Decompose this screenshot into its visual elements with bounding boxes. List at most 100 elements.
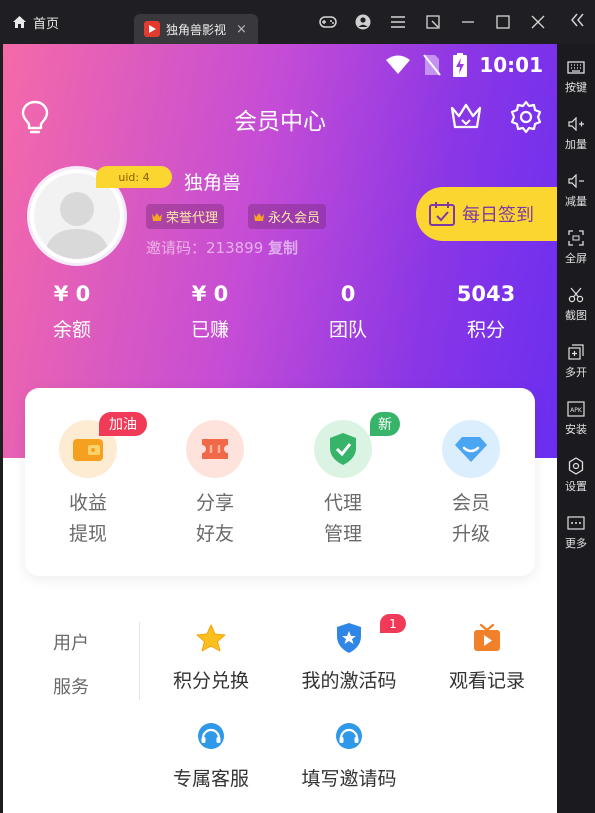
checkin-label: 每日签到 xyxy=(462,205,534,226)
customer-service-button[interactable]: 专属客服 xyxy=(141,720,281,791)
sidebar-item-label: 截图 xyxy=(565,309,587,322)
user-services-section: 用户 服务 积分兑换 我的激活码 1 观看记录 专属客服 填写邀请码 xyxy=(3,606,557,806)
uid-badge: uid: 4 xyxy=(96,166,172,188)
honor-agent-badge: 荣誉代理 xyxy=(146,204,225,229)
sidebar-item-keys[interactable]: 按键 xyxy=(557,48,595,105)
sidebar-item-label: 加量 xyxy=(565,138,587,151)
crown-small-icon xyxy=(152,212,162,221)
page-header: 会员中心 xyxy=(3,98,557,138)
sidebar-item-label: 更多 xyxy=(565,537,587,550)
sidebar-item-label: 减量 xyxy=(565,195,587,208)
keyboard-icon xyxy=(566,58,586,76)
shield-check-icon xyxy=(314,420,372,478)
enter-invite-code-button[interactable]: 填写邀请码 xyxy=(279,720,419,791)
scissors-icon xyxy=(566,286,586,304)
action-badge: 新 xyxy=(370,412,400,436)
tv-play-icon xyxy=(471,622,503,654)
stat-value: 0 xyxy=(340,282,356,306)
sidebar-item-screenshot[interactable]: 截图 xyxy=(557,276,595,333)
action-label: 代理 管理 xyxy=(323,492,362,545)
sidebar-item-volume-down[interactable]: 减量 xyxy=(557,162,595,219)
headset-icon xyxy=(195,720,227,752)
action-label: 会员 升级 xyxy=(451,492,490,545)
android-status-bar: 10:01 xyxy=(385,52,543,78)
volume-down-icon xyxy=(566,172,586,190)
action-label: 收益 提现 xyxy=(68,492,107,545)
service-label: 我的激活码 xyxy=(301,670,397,692)
withdraw-earnings-button[interactable]: 收益 提现 xyxy=(38,420,138,550)
pin-window-icon[interactable] xyxy=(424,13,442,31)
app-tab-label: 独角兽影视 xyxy=(166,22,227,37)
stat-value: 5043 xyxy=(456,282,516,306)
stat-balance[interactable]: ¥ 0 余额 xyxy=(3,279,141,342)
emulator-sidebar: 按键 加量 减量 全屏 截图 多开 APK 安装 设置 更多 xyxy=(557,44,595,813)
crown-icon[interactable] xyxy=(449,102,483,134)
minimize-icon[interactable] xyxy=(459,13,477,31)
collapse-sidebar-icon[interactable] xyxy=(569,12,585,33)
sidebar-item-fullscreen[interactable]: 全屏 xyxy=(557,219,595,276)
apk-icon: APK xyxy=(566,400,586,418)
maximize-icon[interactable] xyxy=(494,13,512,31)
service-label: 积分兑换 xyxy=(172,670,249,692)
sidebar-item-volume-up[interactable]: 加量 xyxy=(557,105,595,162)
watch-history-button[interactable]: 观看记录 xyxy=(417,622,557,693)
daily-checkin-button[interactable]: 每日签到 xyxy=(416,187,557,241)
status-time: 10:01 xyxy=(479,53,543,77)
shield-star-icon xyxy=(333,622,365,654)
stat-label: 团队 xyxy=(328,319,367,341)
badge-label: 荣誉代理 xyxy=(166,211,219,226)
sidebar-item-install[interactable]: APK 安装 xyxy=(557,390,595,447)
volume-up-icon xyxy=(566,115,586,133)
home-tab[interactable]: 首页 xyxy=(12,0,59,44)
stat-team[interactable]: 0 团队 xyxy=(279,279,417,342)
star-icon xyxy=(195,622,227,654)
menu-icon[interactable] xyxy=(389,13,407,31)
sidebar-item-more[interactable]: 更多 xyxy=(557,504,595,561)
points-exchange-button[interactable]: 积分兑换 xyxy=(141,622,281,693)
invite-code-row: 邀请码：213899 复制 xyxy=(146,237,298,258)
invite-code: 邀请码：213899 xyxy=(146,239,264,257)
home-tab-label: 首页 xyxy=(33,16,60,32)
window-controls xyxy=(319,0,547,44)
crown-small-icon xyxy=(254,212,264,221)
diamond-icon xyxy=(442,420,500,478)
settings-gear-icon[interactable] xyxy=(509,100,543,138)
stat-label: 积分 xyxy=(466,319,505,341)
headset-icon xyxy=(333,720,365,752)
stat-value: ¥ 0 xyxy=(191,282,229,306)
svg-text:APK: APK xyxy=(570,407,583,414)
sidebar-item-multi[interactable]: 多开 xyxy=(557,333,595,390)
action-badge: 加油 xyxy=(99,412,147,436)
close-tab-icon[interactable]: × xyxy=(236,22,247,37)
sidebar-item-label: 多开 xyxy=(565,366,587,379)
lifetime-member-badge: 永久会员 xyxy=(248,204,327,229)
stats-row: ¥ 0 余额 ¥ 0 已赚 0 团队 5043 积分 xyxy=(3,279,557,349)
settings-icon xyxy=(566,457,586,475)
service-label: 观看记录 xyxy=(448,670,525,692)
sidebar-item-settings[interactable]: 设置 xyxy=(557,447,595,504)
copy-invite-link[interactable]: 复制 xyxy=(268,239,298,257)
sidebar-item-label: 设置 xyxy=(565,480,587,493)
divider xyxy=(139,622,140,700)
multi-instance-icon xyxy=(566,343,586,361)
member-upgrade-button[interactable]: 会员 升级 xyxy=(421,420,521,550)
more-icon xyxy=(566,514,586,532)
action-label: 分享 好友 xyxy=(195,492,234,545)
agent-management-button[interactable]: 代理 管理 xyxy=(293,420,393,550)
emulator-titlebar: 首页 独角兽影视 × xyxy=(0,0,595,44)
share-friends-button[interactable]: 分享 好友 xyxy=(165,420,265,550)
username: 独角兽 xyxy=(184,172,242,194)
stat-earned[interactable]: ¥ 0 已赚 xyxy=(141,279,279,342)
stat-value: ¥ 0 xyxy=(53,282,91,306)
stat-label: 已赚 xyxy=(190,319,229,341)
notification-count-badge: 1 xyxy=(380,614,406,633)
app-tab[interactable]: 独角兽影视 × xyxy=(134,14,258,44)
app-logo-icon xyxy=(144,21,160,37)
sidebar-item-label: 全屏 xyxy=(565,252,587,265)
quick-actions-card: 收益 提现 加油 分享 好友 代理 管理 新 会员 升级 xyxy=(25,388,535,576)
home-icon xyxy=(13,16,26,28)
account-icon[interactable] xyxy=(354,13,372,31)
close-window-icon[interactable] xyxy=(529,13,547,31)
gamepad-icon[interactable] xyxy=(319,13,337,31)
stat-points[interactable]: 5043 积分 xyxy=(417,279,555,342)
